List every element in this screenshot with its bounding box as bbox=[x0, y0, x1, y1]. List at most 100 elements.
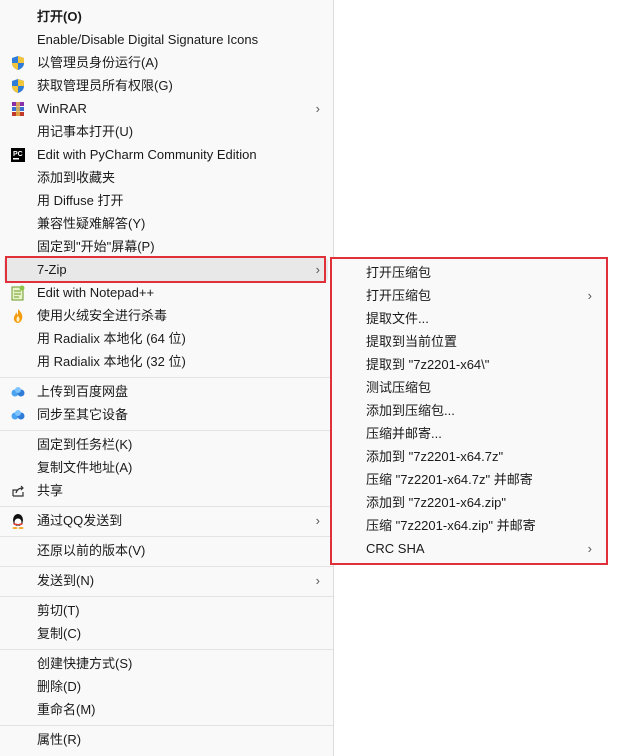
menu-item-label: 剪切(T) bbox=[37, 603, 80, 618]
menu-item-run-as-admin[interactable]: 以管理员身份运行(A) bbox=[4, 51, 328, 74]
menu-item-label: 共享 bbox=[37, 483, 64, 498]
chevron-right-icon: › bbox=[587, 541, 592, 556]
menu-item-label: 用 Diffuse 打开 bbox=[37, 193, 124, 208]
menu-item-label: 上传到百度网盘 bbox=[37, 384, 129, 399]
submenu-item-label: 添加到 "7z2201-x64.zip" bbox=[366, 495, 507, 510]
shield-icon bbox=[12, 79, 24, 93]
menu-item-label: 发送到(N) bbox=[37, 573, 95, 588]
chevron-right-icon: › bbox=[315, 513, 320, 528]
context-menu: 打开(O) Enable/Disable Digital Signature I… bbox=[0, 0, 334, 756]
submenu-item-label: 添加到 "7z2201-x64.7z" bbox=[366, 449, 504, 464]
menu-item-label: 兼容性疑难解答(Y) bbox=[37, 216, 146, 231]
menu-item-label: 还原以前的版本(V) bbox=[37, 543, 146, 558]
menu-item-compatibility[interactable]: 兼容性疑难解答(Y) bbox=[4, 212, 328, 235]
submenu-item-label: CRC SHA bbox=[366, 541, 425, 556]
menu-item-label: Enable/Disable Digital Signature Icons bbox=[37, 32, 259, 47]
submenu-item-compress-zip-email[interactable]: 压缩 "7z2201-x64.zip" 并邮寄 bbox=[332, 514, 606, 537]
menu-item-label: 复制(C) bbox=[37, 626, 82, 641]
baidu-netdisk-icon bbox=[11, 387, 25, 397]
menu-item-open-with-notepad[interactable]: 用记事本打开(U) bbox=[4, 120, 328, 143]
submenu-item-add-to-7z[interactable]: 添加到 "7z2201-x64.7z" bbox=[332, 445, 606, 468]
menu-item-label: 属性(R) bbox=[37, 732, 82, 747]
menu-item-label: 用 Radialix 本地化 (64 位) bbox=[37, 331, 186, 346]
menu-item-digital-signature-icons[interactable]: Enable/Disable Digital Signature Icons bbox=[4, 28, 328, 51]
submenu-item-extract-to-folder[interactable]: 提取到 "7z2201-x64\" bbox=[332, 353, 606, 376]
menu-separator bbox=[0, 377, 333, 378]
submenu-item-extract-here[interactable]: 提取到当前位置 bbox=[332, 330, 606, 353]
menu-separator bbox=[0, 596, 333, 597]
chevron-right-icon: › bbox=[315, 573, 320, 588]
menu-item-winrar[interactable]: WinRAR › bbox=[4, 97, 328, 120]
submenu-item-test-archive[interactable]: 测试压缩包 bbox=[332, 376, 606, 399]
pycharm-icon: PC bbox=[11, 148, 25, 162]
submenu-7zip: 打开压缩包 打开压缩包 › 提取文件... 提取到当前位置 提取到 "7z2201… bbox=[330, 257, 608, 565]
menu-item-label: 复制文件地址(A) bbox=[37, 460, 133, 475]
menu-item-delete[interactable]: 删除(D) bbox=[4, 675, 328, 698]
menu-item-copy-path[interactable]: 复制文件地址(A) bbox=[4, 456, 328, 479]
menu-item-create-shortcut[interactable]: 创建快捷方式(S) bbox=[4, 652, 328, 675]
menu-item-label: 添加到收藏夹 bbox=[37, 170, 116, 185]
menu-item-send-via-qq[interactable]: 通过QQ发送到 › bbox=[4, 509, 328, 532]
submenu-item-label: 打开压缩包 bbox=[366, 265, 432, 280]
menu-item-label: WinRAR bbox=[37, 101, 87, 116]
submenu-item-extract-files[interactable]: 提取文件... bbox=[332, 307, 606, 330]
submenu-item-open-archive[interactable]: 打开压缩包 bbox=[332, 261, 606, 284]
menu-item-label: 同步至其它设备 bbox=[37, 407, 129, 422]
menu-item-restore-previous[interactable]: 还原以前的版本(V) bbox=[4, 539, 328, 562]
baidu-netdisk-icon bbox=[11, 410, 25, 420]
menu-item-label: 使用火绒安全进行杀毒 bbox=[37, 308, 168, 323]
share-icon bbox=[12, 485, 24, 497]
huorong-icon bbox=[13, 309, 23, 323]
menu-item-rename[interactable]: 重命名(M) bbox=[4, 698, 328, 721]
submenu-item-open-archive-more[interactable]: 打开压缩包 › bbox=[332, 284, 606, 307]
menu-item-pin-to-start[interactable]: 固定到"开始"屏幕(P) bbox=[4, 235, 328, 258]
submenu-item-compress-7z-email[interactable]: 压缩 "7z2201-x64.7z" 并邮寄 bbox=[332, 468, 606, 491]
svg-text:PC: PC bbox=[13, 151, 23, 158]
menu-item-label: Edit with PyCharm Community Edition bbox=[37, 147, 257, 162]
chevron-right-icon: › bbox=[315, 262, 320, 277]
menu-item-add-to-favorites[interactable]: 添加到收藏夹 bbox=[4, 166, 328, 189]
menu-item-edit-with-pycharm[interactable]: PC Edit with PyCharm Community Edition bbox=[4, 143, 328, 166]
submenu-item-compress-and-email[interactable]: 压缩并邮寄... bbox=[332, 422, 606, 445]
menu-item-radialix-32[interactable]: 用 Radialix 本地化 (32 位) bbox=[4, 350, 328, 373]
shield-icon bbox=[12, 56, 24, 70]
submenu-item-label: 测试压缩包 bbox=[366, 380, 432, 395]
menu-item-share[interactable]: 共享 bbox=[4, 479, 328, 502]
submenu-item-add-to-zip[interactable]: 添加到 "7z2201-x64.zip" bbox=[332, 491, 606, 514]
menu-item-properties[interactable]: 属性(R) bbox=[4, 728, 328, 751]
menu-separator bbox=[0, 536, 333, 537]
chevron-right-icon: › bbox=[315, 101, 320, 116]
menu-item-upload-baidu[interactable]: 上传到百度网盘 bbox=[4, 380, 328, 403]
menu-item-label: Edit with Notepad++ bbox=[37, 285, 155, 300]
menu-item-cut[interactable]: 剪切(T) bbox=[4, 599, 328, 622]
qq-icon bbox=[12, 514, 24, 529]
menu-separator bbox=[0, 430, 333, 431]
menu-item-pin-to-taskbar[interactable]: 固定到任务栏(K) bbox=[4, 433, 328, 456]
menu-item-open-with-diffuse[interactable]: 用 Diffuse 打开 bbox=[4, 189, 328, 212]
submenu-item-label: 提取到 "7z2201-x64\" bbox=[366, 357, 490, 372]
menu-item-radialix-64[interactable]: 用 Radialix 本地化 (64 位) bbox=[4, 327, 328, 350]
submenu-item-label: 添加到压缩包... bbox=[366, 403, 455, 418]
submenu-item-crc-sha[interactable]: CRC SHA › bbox=[332, 537, 606, 560]
menu-item-open[interactable]: 打开(O) bbox=[4, 5, 328, 28]
submenu-item-label: 提取文件... bbox=[366, 311, 429, 326]
submenu-item-add-to-archive[interactable]: 添加到压缩包... bbox=[332, 399, 606, 422]
submenu-item-label: 压缩 "7z2201-x64.zip" 并邮寄 bbox=[366, 518, 536, 533]
menu-item-sync-devices[interactable]: 同步至其它设备 bbox=[4, 403, 328, 426]
menu-item-label: 通过QQ发送到 bbox=[37, 513, 123, 528]
menu-separator bbox=[0, 566, 333, 567]
submenu-item-label: 压缩 "7z2201-x64.7z" 并邮寄 bbox=[366, 472, 533, 487]
menu-item-send-to[interactable]: 发送到(N) › bbox=[4, 569, 328, 592]
menu-item-label: 打开(O) bbox=[37, 9, 82, 24]
menu-item-copy[interactable]: 复制(C) bbox=[4, 622, 328, 645]
menu-item-huorong-scan[interactable]: 使用火绒安全进行杀毒 bbox=[4, 304, 328, 327]
menu-item-edit-with-notepad-plus-plus[interactable]: Edit with Notepad++ bbox=[4, 281, 328, 304]
notepad-plus-plus-icon bbox=[11, 285, 25, 301]
menu-item-label: 7-Zip bbox=[37, 262, 67, 277]
menu-item-7zip[interactable]: 7-Zip › bbox=[4, 258, 328, 281]
menu-item-take-ownership[interactable]: 获取管理员所有权限(G) bbox=[4, 74, 328, 97]
menu-item-label: 重命名(M) bbox=[37, 702, 96, 717]
menu-separator bbox=[0, 506, 333, 507]
menu-separator bbox=[0, 725, 333, 726]
menu-item-label: 获取管理员所有权限(G) bbox=[37, 78, 173, 93]
